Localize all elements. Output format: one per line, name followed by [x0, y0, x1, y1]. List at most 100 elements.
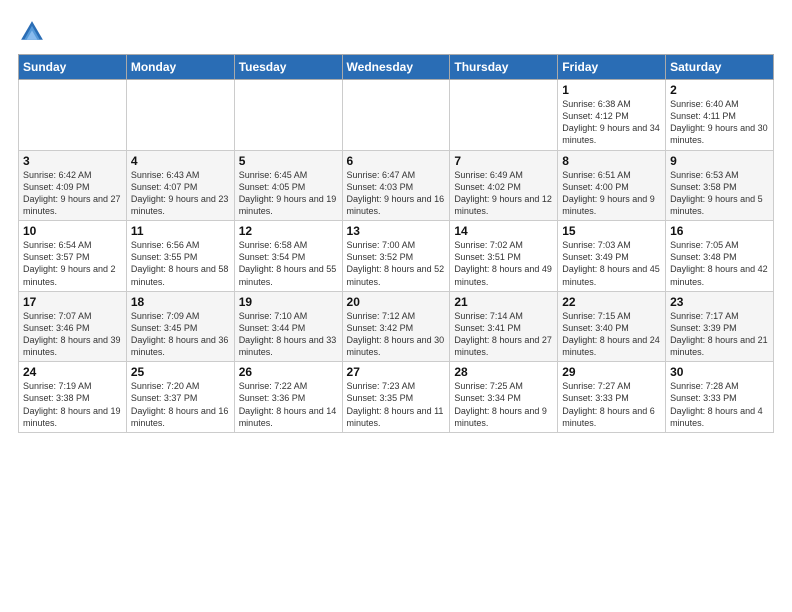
calendar-cell: 12Sunrise: 6:58 AM Sunset: 3:54 PM Dayli…: [234, 221, 342, 292]
day-number: 15: [562, 224, 661, 238]
day-number: 4: [131, 154, 230, 168]
day-info: Sunrise: 7:27 AM Sunset: 3:33 PM Dayligh…: [562, 380, 661, 429]
day-info: Sunrise: 7:07 AM Sunset: 3:46 PM Dayligh…: [23, 310, 122, 359]
logo: [18, 18, 50, 46]
day-info: Sunrise: 6:49 AM Sunset: 4:02 PM Dayligh…: [454, 169, 553, 218]
day-number: 18: [131, 295, 230, 309]
day-number: 28: [454, 365, 553, 379]
day-info: Sunrise: 6:58 AM Sunset: 3:54 PM Dayligh…: [239, 239, 338, 288]
day-number: 5: [239, 154, 338, 168]
day-info: Sunrise: 7:14 AM Sunset: 3:41 PM Dayligh…: [454, 310, 553, 359]
weekday-header-monday: Monday: [126, 55, 234, 80]
day-number: 17: [23, 295, 122, 309]
calendar-cell: 17Sunrise: 7:07 AM Sunset: 3:46 PM Dayli…: [19, 291, 127, 362]
calendar-cell: 25Sunrise: 7:20 AM Sunset: 3:37 PM Dayli…: [126, 362, 234, 433]
day-number: 30: [670, 365, 769, 379]
day-number: 24: [23, 365, 122, 379]
calendar-cell: 18Sunrise: 7:09 AM Sunset: 3:45 PM Dayli…: [126, 291, 234, 362]
weekday-header-tuesday: Tuesday: [234, 55, 342, 80]
calendar-cell: [19, 80, 127, 151]
calendar-cell: 22Sunrise: 7:15 AM Sunset: 3:40 PM Dayli…: [558, 291, 666, 362]
day-number: 2: [670, 83, 769, 97]
day-info: Sunrise: 7:25 AM Sunset: 3:34 PM Dayligh…: [454, 380, 553, 429]
day-info: Sunrise: 7:09 AM Sunset: 3:45 PM Dayligh…: [131, 310, 230, 359]
day-info: Sunrise: 7:20 AM Sunset: 3:37 PM Dayligh…: [131, 380, 230, 429]
day-number: 13: [347, 224, 446, 238]
day-info: Sunrise: 6:40 AM Sunset: 4:11 PM Dayligh…: [670, 98, 769, 147]
calendar-cell: 3Sunrise: 6:42 AM Sunset: 4:09 PM Daylig…: [19, 150, 127, 221]
day-info: Sunrise: 6:51 AM Sunset: 4:00 PM Dayligh…: [562, 169, 661, 218]
calendar-cell: 26Sunrise: 7:22 AM Sunset: 3:36 PM Dayli…: [234, 362, 342, 433]
calendar-body: 1Sunrise: 6:38 AM Sunset: 4:12 PM Daylig…: [19, 80, 774, 433]
weekday-header-friday: Friday: [558, 55, 666, 80]
day-number: 22: [562, 295, 661, 309]
calendar-week-3: 10Sunrise: 6:54 AM Sunset: 3:57 PM Dayli…: [19, 221, 774, 292]
day-info: Sunrise: 7:05 AM Sunset: 3:48 PM Dayligh…: [670, 239, 769, 288]
weekday-header-wednesday: Wednesday: [342, 55, 450, 80]
day-info: Sunrise: 7:22 AM Sunset: 3:36 PM Dayligh…: [239, 380, 338, 429]
day-number: 21: [454, 295, 553, 309]
calendar-cell: [234, 80, 342, 151]
day-number: 11: [131, 224, 230, 238]
day-info: Sunrise: 6:56 AM Sunset: 3:55 PM Dayligh…: [131, 239, 230, 288]
calendar-cell: 13Sunrise: 7:00 AM Sunset: 3:52 PM Dayli…: [342, 221, 450, 292]
day-info: Sunrise: 7:28 AM Sunset: 3:33 PM Dayligh…: [670, 380, 769, 429]
calendar-cell: 28Sunrise: 7:25 AM Sunset: 3:34 PM Dayli…: [450, 362, 558, 433]
calendar-cell: 7Sunrise: 6:49 AM Sunset: 4:02 PM Daylig…: [450, 150, 558, 221]
day-number: 9: [670, 154, 769, 168]
day-info: Sunrise: 6:43 AM Sunset: 4:07 PM Dayligh…: [131, 169, 230, 218]
day-number: 25: [131, 365, 230, 379]
calendar-week-1: 1Sunrise: 6:38 AM Sunset: 4:12 PM Daylig…: [19, 80, 774, 151]
day-number: 7: [454, 154, 553, 168]
calendar-cell: 19Sunrise: 7:10 AM Sunset: 3:44 PM Dayli…: [234, 291, 342, 362]
calendar-cell: 2Sunrise: 6:40 AM Sunset: 4:11 PM Daylig…: [666, 80, 774, 151]
calendar-cell: 1Sunrise: 6:38 AM Sunset: 4:12 PM Daylig…: [558, 80, 666, 151]
day-number: 10: [23, 224, 122, 238]
calendar-cell: 8Sunrise: 6:51 AM Sunset: 4:00 PM Daylig…: [558, 150, 666, 221]
day-number: 16: [670, 224, 769, 238]
calendar-week-4: 17Sunrise: 7:07 AM Sunset: 3:46 PM Dayli…: [19, 291, 774, 362]
calendar-week-2: 3Sunrise: 6:42 AM Sunset: 4:09 PM Daylig…: [19, 150, 774, 221]
day-info: Sunrise: 7:00 AM Sunset: 3:52 PM Dayligh…: [347, 239, 446, 288]
calendar-cell: 9Sunrise: 6:53 AM Sunset: 3:58 PM Daylig…: [666, 150, 774, 221]
calendar-cell: 20Sunrise: 7:12 AM Sunset: 3:42 PM Dayli…: [342, 291, 450, 362]
day-info: Sunrise: 7:12 AM Sunset: 3:42 PM Dayligh…: [347, 310, 446, 359]
calendar-cell: 5Sunrise: 6:45 AM Sunset: 4:05 PM Daylig…: [234, 150, 342, 221]
weekday-header-sunday: Sunday: [19, 55, 127, 80]
day-info: Sunrise: 6:38 AM Sunset: 4:12 PM Dayligh…: [562, 98, 661, 147]
weekday-header-saturday: Saturday: [666, 55, 774, 80]
calendar-week-5: 24Sunrise: 7:19 AM Sunset: 3:38 PM Dayli…: [19, 362, 774, 433]
day-info: Sunrise: 7:02 AM Sunset: 3:51 PM Dayligh…: [454, 239, 553, 288]
day-number: 27: [347, 365, 446, 379]
calendar-cell: 4Sunrise: 6:43 AM Sunset: 4:07 PM Daylig…: [126, 150, 234, 221]
weekday-header-row: SundayMondayTuesdayWednesdayThursdayFrid…: [19, 55, 774, 80]
day-info: Sunrise: 7:17 AM Sunset: 3:39 PM Dayligh…: [670, 310, 769, 359]
day-number: 20: [347, 295, 446, 309]
calendar-cell: 14Sunrise: 7:02 AM Sunset: 3:51 PM Dayli…: [450, 221, 558, 292]
calendar-cell: 10Sunrise: 6:54 AM Sunset: 3:57 PM Dayli…: [19, 221, 127, 292]
day-number: 6: [347, 154, 446, 168]
day-number: 8: [562, 154, 661, 168]
day-number: 29: [562, 365, 661, 379]
day-info: Sunrise: 7:19 AM Sunset: 3:38 PM Dayligh…: [23, 380, 122, 429]
calendar-cell: 23Sunrise: 7:17 AM Sunset: 3:39 PM Dayli…: [666, 291, 774, 362]
calendar-cell: [450, 80, 558, 151]
calendar-cell: 30Sunrise: 7:28 AM Sunset: 3:33 PM Dayli…: [666, 362, 774, 433]
calendar-cell: 6Sunrise: 6:47 AM Sunset: 4:03 PM Daylig…: [342, 150, 450, 221]
day-info: Sunrise: 6:47 AM Sunset: 4:03 PM Dayligh…: [347, 169, 446, 218]
weekday-header-thursday: Thursday: [450, 55, 558, 80]
day-number: 12: [239, 224, 338, 238]
day-info: Sunrise: 7:15 AM Sunset: 3:40 PM Dayligh…: [562, 310, 661, 359]
day-number: 26: [239, 365, 338, 379]
day-number: 14: [454, 224, 553, 238]
calendar-cell: 16Sunrise: 7:05 AM Sunset: 3:48 PM Dayli…: [666, 221, 774, 292]
calendar-header: SundayMondayTuesdayWednesdayThursdayFrid…: [19, 55, 774, 80]
logo-icon: [18, 18, 46, 46]
calendar-cell: 15Sunrise: 7:03 AM Sunset: 3:49 PM Dayli…: [558, 221, 666, 292]
day-number: 3: [23, 154, 122, 168]
day-info: Sunrise: 6:42 AM Sunset: 4:09 PM Dayligh…: [23, 169, 122, 218]
day-info: Sunrise: 6:45 AM Sunset: 4:05 PM Dayligh…: [239, 169, 338, 218]
day-number: 19: [239, 295, 338, 309]
day-info: Sunrise: 6:54 AM Sunset: 3:57 PM Dayligh…: [23, 239, 122, 288]
calendar-cell: 27Sunrise: 7:23 AM Sunset: 3:35 PM Dayli…: [342, 362, 450, 433]
